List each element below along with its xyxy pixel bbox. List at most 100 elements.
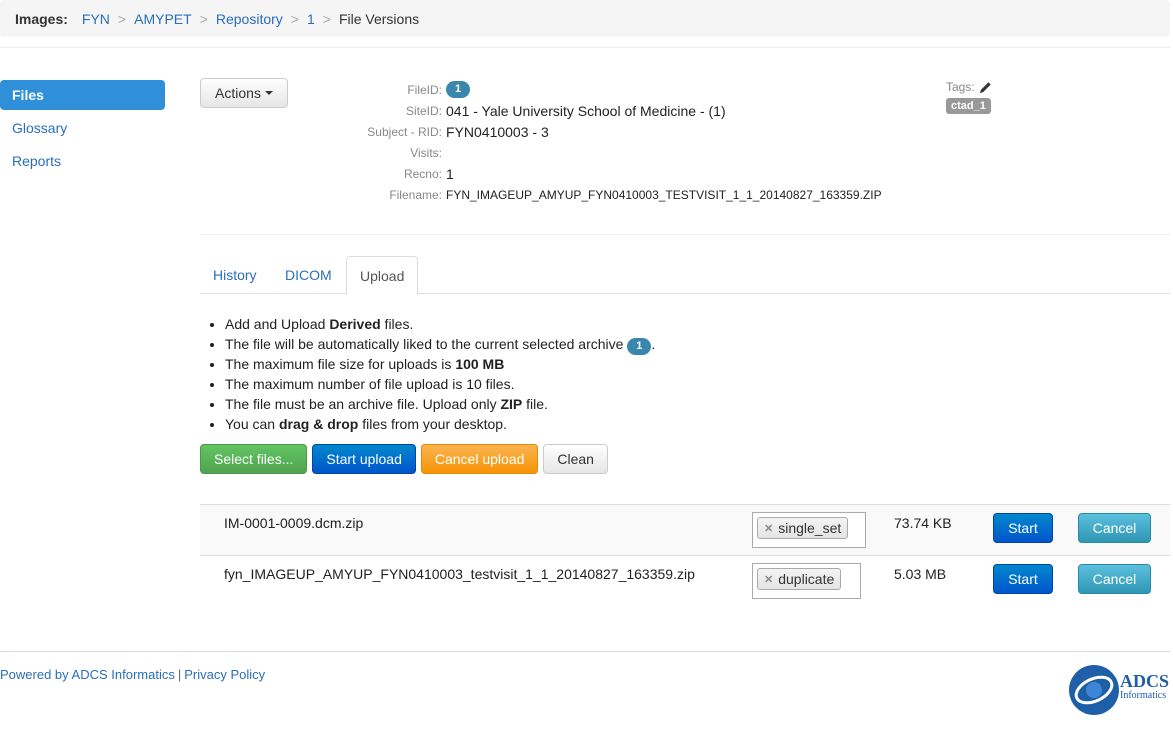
upload-file-table: IM-0001-0009.dcm.zip ✕ single_set 73.74 … xyxy=(200,504,1170,606)
file-details: FileID: 1 SiteID: 041 - Yale University … xyxy=(300,79,920,205)
divider xyxy=(0,651,1170,652)
logo-subtitle: Informatics xyxy=(1120,690,1167,701)
list-item: The maximum number of file upload is 10 … xyxy=(225,374,655,394)
tag-badge: ctad_1 xyxy=(946,98,991,114)
tab-upload[interactable]: Upload xyxy=(346,256,419,295)
tab-dicom[interactable]: DICOM xyxy=(272,256,345,294)
breadcrumb-separator: > xyxy=(117,10,127,27)
bold-text: Derived xyxy=(329,316,381,332)
remove-tag-icon[interactable]: ✕ xyxy=(764,573,773,586)
archive-badge: 1 xyxy=(627,338,652,355)
footer: Powered by ADCS Informatics | Privacy Poli… xyxy=(0,667,265,682)
list-item: The file must be an archive file. Upload… xyxy=(225,394,655,414)
upload-toolbar: Select files... Start upload Cancel uplo… xyxy=(200,444,608,474)
subject-value: FYN0410003 - 3 xyxy=(446,123,549,140)
adcs-logo-icon xyxy=(1069,665,1119,715)
text: files. xyxy=(380,316,414,332)
tags-label: Tags: xyxy=(946,80,975,94)
cancel-button[interactable]: Cancel xyxy=(1078,513,1151,543)
text: file. xyxy=(522,396,548,412)
upload-instructions: Add and Upload Derived files. The file w… xyxy=(208,314,655,434)
tab-bar: History DICOM Upload xyxy=(200,256,1170,295)
detail-row-subject: Subject - RID: FYN0410003 - 3 xyxy=(300,121,920,142)
start-upload-button[interactable]: Start upload xyxy=(312,444,416,474)
visits-label: Visits: xyxy=(410,145,442,160)
filename-label: Filename: xyxy=(389,187,442,202)
privacy-policy-link[interactable]: Privacy Policy xyxy=(184,667,265,682)
filename-value: FYN_IMAGEUP_AMYUP_FYN0410003_TESTVISIT_1… xyxy=(446,187,882,202)
file-name: IM-0001-0009.dcm.zip xyxy=(224,515,364,531)
fileid-badge: 1 xyxy=(446,81,470,98)
text: The file will be automatically liked to … xyxy=(225,336,628,352)
breadcrumb-label: Images: xyxy=(15,10,68,27)
detail-row-fileid: FileID: 1 xyxy=(300,79,920,100)
powered-by-link[interactable]: Powered by ADCS Informatics xyxy=(0,667,175,682)
breadcrumb-link-repository[interactable]: Repository xyxy=(216,11,283,27)
tag-chip-label: single_set xyxy=(778,520,842,536)
breadcrumb-separator: > xyxy=(199,10,208,27)
text: You can xyxy=(225,416,279,432)
file-size: 5.03 MB xyxy=(894,566,947,582)
table-row: fyn_IMAGEUP_AMYUP_FYN0410003_testvisit_1… xyxy=(200,555,1170,606)
breadcrumb-separator: > xyxy=(290,10,299,27)
sidebar-item-reports[interactable]: Reports xyxy=(0,146,165,176)
select-files-button[interactable]: Select files... xyxy=(200,444,308,474)
breadcrumb-link-fyn[interactable]: FYN xyxy=(82,11,110,27)
caret-down-icon xyxy=(264,91,273,95)
list-item: Add and Upload Derived files. xyxy=(225,314,655,334)
actions-dropdown-button[interactable]: Actions xyxy=(200,78,288,108)
breadcrumb: Images: FYN > AMYPET > Repository > 1 > … xyxy=(0,0,1170,37)
detail-row-filename: Filename: FYN_IMAGEUP_AMYUP_FYN0410003_T… xyxy=(300,184,920,205)
text: The maximum file size for uploads is xyxy=(225,356,456,372)
table-row: IM-0001-0009.dcm.zip ✕ single_set 73.74 … xyxy=(200,504,1170,555)
logo-text: ADCS Informatics xyxy=(1120,672,1169,701)
list-item: The file will be automatically liked to … xyxy=(225,334,656,355)
sidebar-item-files[interactable]: Files xyxy=(0,80,165,110)
divider xyxy=(200,234,1170,235)
tag-chip-label: duplicate xyxy=(778,571,835,587)
divider xyxy=(0,47,1170,48)
sidebar-item-glossary[interactable]: Glossary xyxy=(0,113,165,143)
start-button[interactable]: Start xyxy=(993,513,1053,543)
subject-label: Subject - RID: xyxy=(367,124,442,139)
breadcrumb-link-amypet[interactable]: AMYPET xyxy=(134,11,192,27)
bold-text: 100 MB xyxy=(455,356,505,372)
siteid-label: SiteID: xyxy=(405,103,442,118)
clean-button[interactable]: Clean xyxy=(543,444,608,474)
actions-label: Actions xyxy=(215,85,261,101)
tags-header: Tags: xyxy=(946,80,992,94)
detail-row-visits: Visits: xyxy=(300,142,920,163)
text: files from your desktop. xyxy=(358,416,507,432)
remove-tag-icon[interactable]: ✕ xyxy=(764,522,773,535)
tag-select[interactable]: ✕ single_set xyxy=(752,512,866,548)
list-item: You can drag & drop files from your desk… xyxy=(225,414,655,434)
fileid-label: FileID: xyxy=(407,82,442,97)
text: Add and Upload xyxy=(225,316,330,332)
bold-text: ZIP xyxy=(500,396,523,412)
cancel-upload-button[interactable]: Cancel upload xyxy=(420,444,539,474)
sidebar-nav: Files Glossary Reports xyxy=(0,80,165,179)
text: The file must be an archive file. Upload… xyxy=(225,396,501,412)
file-name: fyn_IMAGEUP_AMYUP_FYN0410003_testvisit_1… xyxy=(224,566,695,582)
list-item: The maximum file size for uploads is 100… xyxy=(225,354,655,374)
tab-history[interactable]: History xyxy=(200,256,270,294)
breadcrumb-link-archive[interactable]: 1 xyxy=(307,11,315,27)
tags-panel: Tags: ctad_1 xyxy=(946,80,992,114)
pencil-icon[interactable] xyxy=(979,81,992,94)
start-button[interactable]: Start xyxy=(993,564,1053,594)
recno-value: 1 xyxy=(446,165,454,182)
detail-row-siteid: SiteID: 041 - Yale University School of … xyxy=(300,100,920,121)
footer-separator: | xyxy=(177,667,182,682)
tag-select[interactable]: ✕ duplicate xyxy=(752,563,861,599)
tag-chip: ✕ duplicate xyxy=(757,568,842,590)
breadcrumb-separator: > xyxy=(322,10,331,27)
adcs-logo: ADCS Informatics xyxy=(1068,663,1172,717)
file-size: 73.74 KB xyxy=(894,515,952,531)
logo-title: ADCS xyxy=(1120,671,1170,691)
cancel-button[interactable]: Cancel xyxy=(1078,564,1151,594)
siteid-value: 041 - Yale University School of Medicine… xyxy=(446,102,726,119)
detail-row-recno: Recno: 1 xyxy=(300,163,920,184)
tag-chip: ✕ single_set xyxy=(757,517,849,539)
recno-label: Recno: xyxy=(403,166,442,181)
text: . xyxy=(651,336,656,352)
